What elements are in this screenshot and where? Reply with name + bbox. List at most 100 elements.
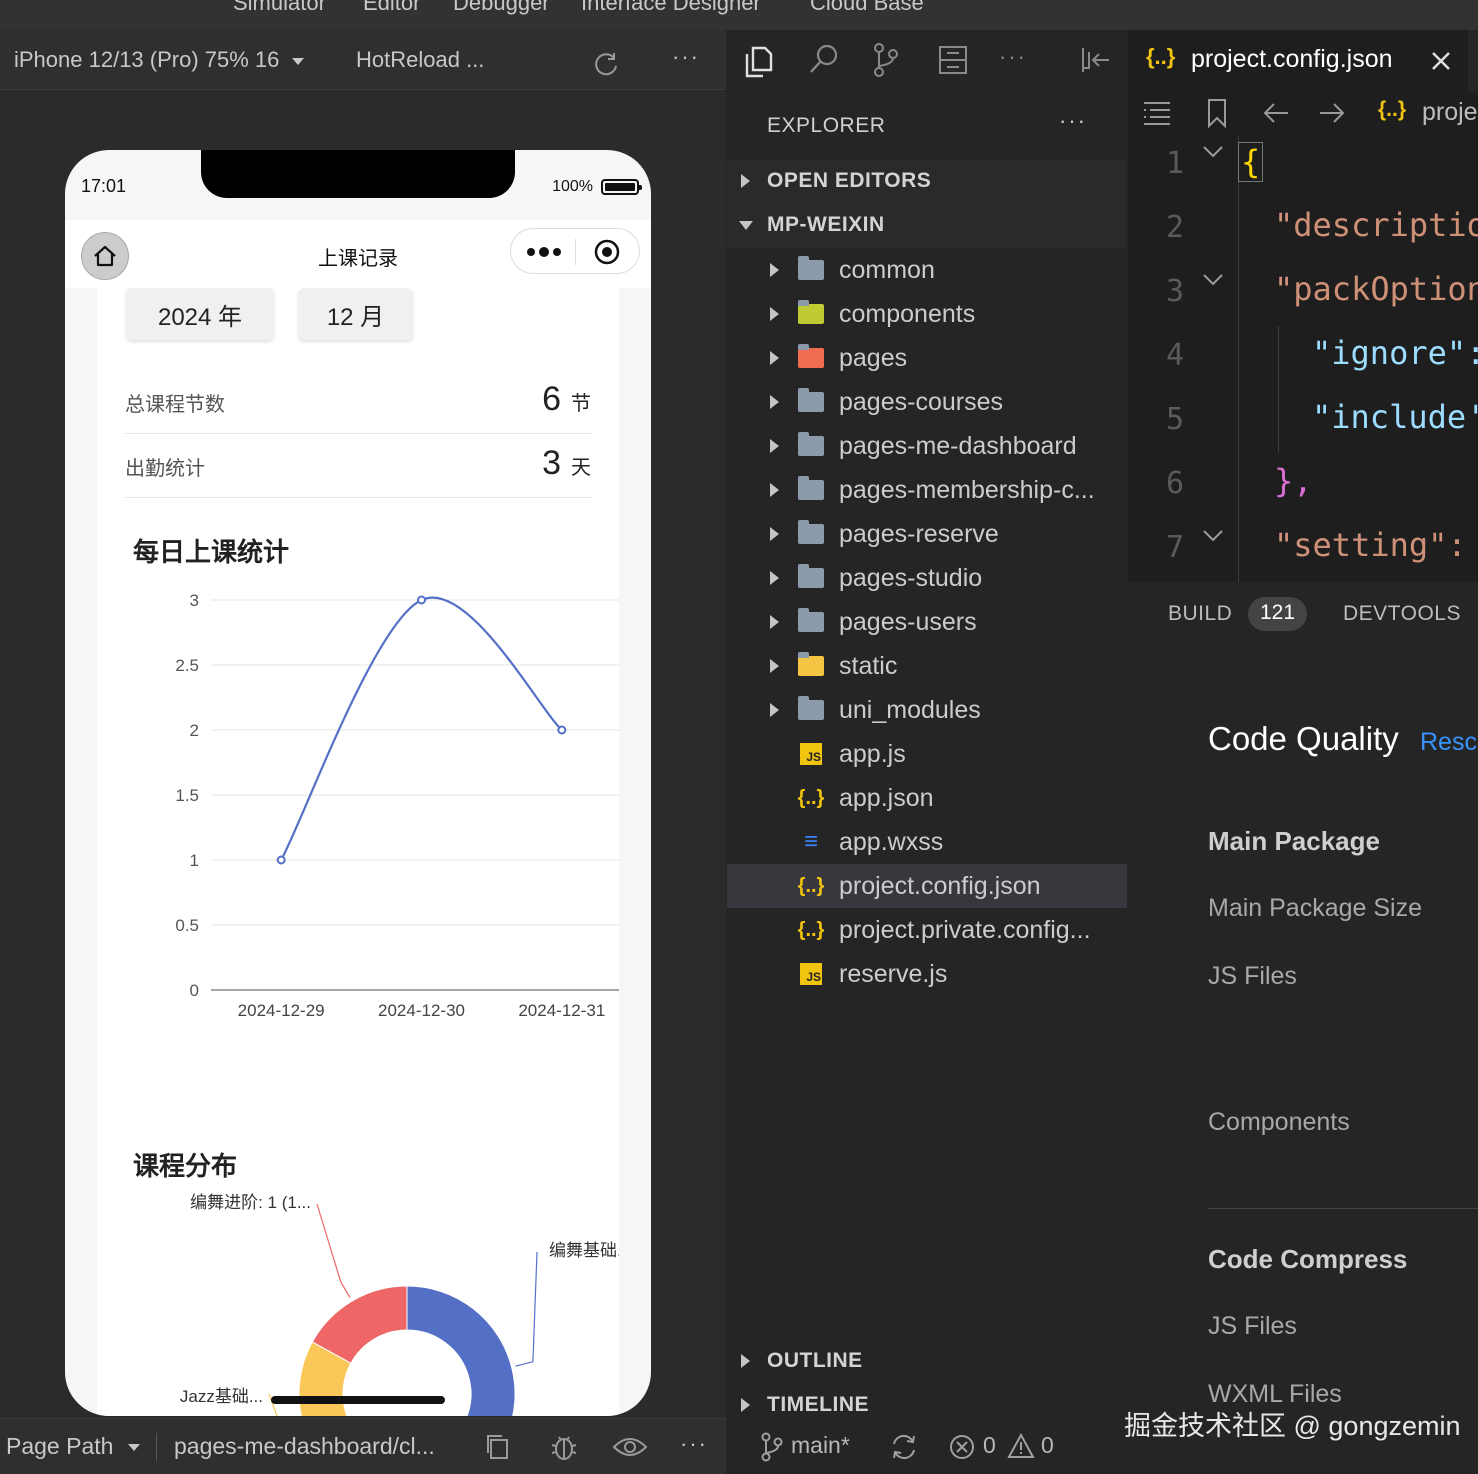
menu-cloud-base[interactable]: Cloud Base <box>810 0 924 16</box>
json-file-icon: {..} <box>1378 98 1407 121</box>
tree-item-label: project.private.config... <box>839 916 1091 944</box>
tree-folder[interactable]: pages-users <box>727 600 1127 644</box>
pie-slice-label: 编舞进阶: 1 (1... <box>190 1193 311 1212</box>
y-tick-label: 3 <box>190 591 199 610</box>
close-icon[interactable] <box>1430 50 1452 72</box>
tree-file[interactable]: ≡ app.wxss <box>727 820 1127 864</box>
tree-item-label: app.wxss <box>839 828 944 856</box>
files-icon[interactable] <box>743 44 775 78</box>
simulator-bottom-bar: Page Path pages-me-dashboard/cl... ··· <box>0 1418 726 1474</box>
y-tick-label: 2 <box>190 721 199 740</box>
battery-percent: 100% <box>552 178 593 195</box>
page-path-value[interactable]: pages-me-dashboard/cl... <box>174 1433 435 1460</box>
chevron-right-icon <box>770 571 779 585</box>
fold-chevron-icon[interactable] <box>1202 272 1224 288</box>
main-package-heading: Main Package <box>1208 826 1380 856</box>
more-activity-button[interactable]: ··· <box>999 44 1027 70</box>
tree-file[interactable]: {..} project.private.config... <box>727 908 1127 952</box>
sync-icon[interactable] <box>889 1432 919 1462</box>
chevron-right-icon <box>770 395 779 409</box>
page-path-label: Page Path <box>6 1433 114 1459</box>
rescan-link[interactable]: Resc <box>1420 728 1477 757</box>
tree-file[interactable]: JS reserve.js <box>727 952 1127 996</box>
error-icon[interactable] <box>949 1434 975 1460</box>
pie-slice-label: Jazz基础... <box>180 1387 263 1406</box>
chevron-right-icon <box>770 615 779 629</box>
bug-icon[interactable] <box>548 1431 580 1463</box>
chevron-right-icon <box>741 1398 750 1412</box>
tree-folder[interactable]: pages-courses <box>727 380 1127 424</box>
tree-file[interactable]: JS app.js <box>727 732 1127 776</box>
bookmark-icon[interactable] <box>1206 98 1228 128</box>
warning-icon[interactable] <box>1007 1433 1035 1459</box>
tree-folder[interactable]: components <box>727 292 1127 336</box>
back-arrow-icon[interactable] <box>1262 100 1290 126</box>
hotreload-toggle[interactable]: HotReload ... <box>356 47 484 73</box>
outline-section[interactable]: OUTLINE <box>727 1340 1127 1384</box>
tree-folder[interactable]: pages <box>727 336 1127 380</box>
tree-folder[interactable]: common <box>727 248 1127 292</box>
source-control-icon[interactable] <box>871 42 901 78</box>
menu-simulator[interactable]: Simulator <box>233 0 326 16</box>
tab-project-config[interactable]: {..} project.config.json <box>1128 30 1468 92</box>
open-editors-section[interactable]: OPEN EDITORS <box>727 160 1127 204</box>
refresh-icon[interactable] <box>592 50 620 78</box>
tree-item-label: pages-courses <box>839 388 1003 416</box>
status-battery: 100% <box>552 178 642 196</box>
search-icon[interactable] <box>807 42 841 76</box>
collapse-panel-icon[interactable] <box>1079 46 1111 74</box>
copy-icon[interactable] <box>484 1433 512 1461</box>
chevron-right-icon <box>770 351 779 365</box>
year-picker[interactable]: 2024 年 <box>126 288 274 340</box>
explorer-panel: EXPLORER ··· OPEN EDITORS MP-WEIXIN comm… <box>727 92 1127 1474</box>
pie-slice-label: 编舞基础... <box>549 1241 619 1260</box>
top-menu-bar: Simulator Editor Debugger Interface Desi… <box>0 0 1478 30</box>
tree-folder[interactable]: pages-membership-c... <box>727 468 1127 512</box>
components-item: Components <box>1208 1108 1350 1136</box>
fold-chevron-icon[interactable] <box>1202 144 1224 160</box>
list-icon[interactable] <box>1142 100 1172 126</box>
editor-tab-bar: {..} project.config.json <box>1128 30 1478 92</box>
section-label: TIMELINE <box>767 1393 869 1416</box>
device-selector[interactable]: iPhone 12/13 (Pro) 75% 16 <box>14 47 304 73</box>
chevron-down-icon <box>739 221 753 230</box>
stat-number: 6 <box>542 380 561 418</box>
folder-static-icon <box>797 652 825 678</box>
folder-icon <box>797 520 825 546</box>
tab-build[interactable]: BUILD <box>1168 602 1232 626</box>
stat-value: 6节 <box>542 380 591 419</box>
menu-interface-designer[interactable]: Interface Designer <box>581 0 761 16</box>
tab-devtools[interactable]: DEVTOOLS <box>1343 602 1461 626</box>
code-editor[interactable]: 1 2 3 4 5 6 7 { "descriptio "packOption … <box>1128 136 1478 582</box>
breadcrumb[interactable]: proje <box>1422 98 1478 127</box>
preview-eye-icon[interactable] <box>612 1435 648 1459</box>
more-options-button[interactable]: ··· <box>672 44 700 70</box>
tree-file[interactable]: {..} app.json <box>727 776 1127 820</box>
page-path-selector[interactable]: Page Path <box>6 1433 140 1460</box>
explorer-more-button[interactable]: ··· <box>1059 108 1087 134</box>
tree-folder[interactable]: static <box>727 644 1127 688</box>
watermark: 掘金技术社区 @ gongzemin <box>1124 1411 1461 1441</box>
month-picker[interactable]: 12 月 <box>298 288 413 340</box>
warning-count: 0 <box>1041 1432 1054 1458</box>
project-section[interactable]: MP-WEIXIN <box>727 204 1127 248</box>
menu-editor[interactable]: Editor <box>363 0 420 16</box>
more-options-button[interactable]: ··· <box>680 1431 708 1457</box>
tree-folder[interactable]: uni_modules <box>727 688 1127 732</box>
extensions-icon[interactable] <box>937 44 969 76</box>
tree-folder[interactable]: pages-reserve <box>727 512 1127 556</box>
tree-file[interactable]: {..} project.config.json <box>727 864 1127 908</box>
close-miniprogram-icon[interactable] <box>593 238 621 266</box>
line-number: 4 <box>1166 338 1185 373</box>
more-dots-icon[interactable] <box>525 242 565 262</box>
tree-item-label: components <box>839 300 976 328</box>
tree-folder[interactable]: pages-studio <box>727 556 1127 600</box>
forward-arrow-icon[interactable] <box>1318 100 1346 126</box>
menu-debugger[interactable]: Debugger <box>453 0 550 16</box>
tree-folder[interactable]: pages-me-dashboard <box>727 424 1127 468</box>
stat-unit: 天 <box>571 457 591 479</box>
explorer-title: EXPLORER <box>767 114 886 137</box>
fold-chevron-icon[interactable] <box>1202 528 1224 544</box>
git-branch[interactable]: main* <box>791 1432 850 1459</box>
js-file-icon: JS <box>797 742 825 766</box>
